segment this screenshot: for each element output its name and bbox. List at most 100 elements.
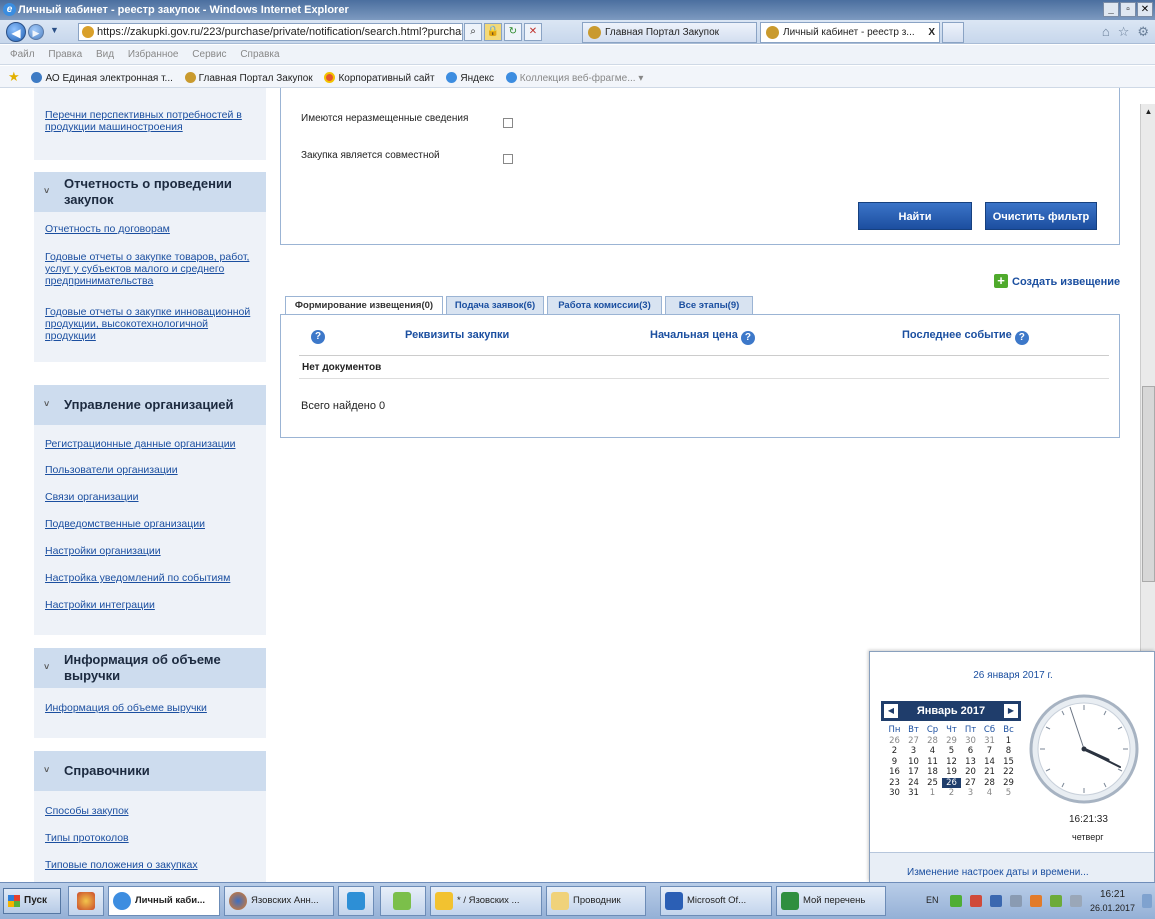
calendar-day[interactable]: 14 xyxy=(980,757,999,768)
back-button[interactable]: ◀ xyxy=(6,22,26,42)
history-dropdown-icon[interactable]: ▼ xyxy=(50,25,59,35)
sidebar-link-sme-annual-reports[interactable]: Годовые отчеты о закупке товаров, работ,… xyxy=(45,251,260,287)
calendar-day[interactable]: 17 xyxy=(904,767,923,778)
sidebar-link-innovation-annual-reports[interactable]: Годовые отчеты о закупке инновационной п… xyxy=(45,306,260,342)
favorite-link[interactable]: Корпоративный сайт xyxy=(324,68,435,90)
unplaced-info-checkbox[interactable] xyxy=(503,118,513,128)
refresh-icon[interactable]: ↻ xyxy=(504,23,522,41)
calendar-day[interactable]: 31 xyxy=(904,788,923,799)
calendar-day[interactable]: 4 xyxy=(980,788,999,799)
taskbar-item-word[interactable]: Microsoft Of... xyxy=(660,886,772,916)
calendar-day[interactable]: 5 xyxy=(942,746,961,757)
help-icon[interactable]: ? xyxy=(1014,331,1029,345)
calendar-day[interactable]: 26 xyxy=(885,736,904,747)
help-icon[interactable]: ? xyxy=(311,330,325,344)
new-tab-button[interactable] xyxy=(942,22,964,43)
sidebar-link-procurement-methods[interactable]: Способы закупок xyxy=(45,805,260,817)
calendar-day[interactable]: 18 xyxy=(923,767,942,778)
calendar-day[interactable]: 11 xyxy=(923,757,942,768)
stop-icon[interactable]: ✕ xyxy=(524,23,542,41)
calendar-day[interactable]: 12 xyxy=(942,757,961,768)
column-header-last-event[interactable]: Последнее событие ? xyxy=(902,329,1029,345)
menu-view[interactable]: Вид xyxy=(96,49,114,60)
calendar-day[interactable]: 21 xyxy=(980,767,999,778)
tray-clock-date[interactable]: 26.01.2017 xyxy=(1090,903,1135,913)
column-header-price[interactable]: Начальная цена ? xyxy=(650,329,755,345)
favorite-link[interactable]: Главная Портал Закупок xyxy=(184,68,313,90)
favorites-star-icon[interactable]: ☆ xyxy=(1118,24,1130,40)
sidebar-link-protocol-types[interactable]: Типы протоколов xyxy=(45,832,260,844)
calendar-day[interactable]: 9 xyxy=(885,757,904,768)
tab-close-icon[interactable]: X xyxy=(928,23,935,42)
favorite-link[interactable]: Яндекс xyxy=(446,68,494,90)
sidebar-link-registration-data[interactable]: Регистрационные данные организации xyxy=(45,438,260,450)
browser-tab-cabinet[interactable]: Личный кабинет - реестр з... X xyxy=(760,22,940,43)
tab-notice-formation[interactable]: Формирование извещения(0) xyxy=(285,296,443,315)
lock-icon[interactable]: 🔒 xyxy=(484,23,502,41)
tray-clock-time[interactable]: 16:21 xyxy=(1100,889,1125,900)
help-icon[interactable]: ? xyxy=(740,331,755,345)
calendar-day[interactable]: 22 xyxy=(999,767,1018,778)
tab-all-stages[interactable]: Все этапы(9) xyxy=(665,296,753,314)
sidebar-link-engineering-needs[interactable]: Перечни перспективных потребностей в про… xyxy=(45,109,260,133)
create-notice-link[interactable]: + Создать извещение xyxy=(994,274,1120,288)
sidebar-link-integration-settings[interactable]: Настройки интеграции xyxy=(45,599,260,611)
sidebar-link-org-relations[interactable]: Связи организации xyxy=(45,491,260,503)
calendar-day[interactable]: 29 xyxy=(999,778,1018,789)
taskbar-quicklaunch[interactable] xyxy=(68,886,104,916)
tray-network-icon[interactable] xyxy=(990,895,1002,907)
menu-edit[interactable]: Правка xyxy=(48,49,82,60)
calendar-day[interactable]: 31 xyxy=(980,736,999,747)
show-desktop-button[interactable] xyxy=(1142,894,1152,908)
tray-antivirus-icon[interactable] xyxy=(970,895,982,907)
tab-application-submission[interactable]: Подача заявок(6) xyxy=(446,296,544,314)
joint-purchase-checkbox[interactable] xyxy=(503,154,513,164)
date-time-settings-link[interactable]: Изменение настроек даты и времени... xyxy=(907,867,1089,878)
sidebar-link-contract-reports[interactable]: Отчетность по договорам xyxy=(45,223,260,235)
calendar-day[interactable]: 2 xyxy=(942,788,961,799)
calendar-day[interactable]: 8 xyxy=(999,746,1018,757)
sidebar-section-revenue[interactable]: ˅ Информация об объеме выручки xyxy=(34,648,266,688)
calendar-day[interactable]: 4 xyxy=(923,746,942,757)
calendar-day[interactable]: 27 xyxy=(904,736,923,747)
menu-file[interactable]: Файл xyxy=(10,49,35,60)
calendar-day[interactable]: 24 xyxy=(904,778,923,789)
sidebar-section-reporting[interactable]: ˅ Отчетность о проведении закупок xyxy=(34,172,266,212)
sidebar-link-subordinate-orgs[interactable]: Подведомственные организации xyxy=(45,518,260,530)
sidebar-link-org-settings[interactable]: Настройки организации xyxy=(45,545,260,557)
sidebar-link-org-users[interactable]: Пользователи организации xyxy=(45,464,260,476)
column-header-requisites[interactable]: Реквизиты закупки xyxy=(405,329,509,341)
find-button[interactable]: Найти xyxy=(858,202,972,230)
calendar-day[interactable]: 25 xyxy=(923,778,942,789)
calendar-day[interactable]: 6 xyxy=(961,746,980,757)
tray-update-icon[interactable] xyxy=(1030,895,1042,907)
calendar-day[interactable]: 16 xyxy=(885,767,904,778)
calendar-day[interactable]: 28 xyxy=(980,778,999,789)
minimize-icon[interactable]: _ xyxy=(1103,2,1119,17)
sidebar-section-org-management[interactable]: ˅ Управление организацией xyxy=(34,385,266,425)
calendar-day[interactable]: 2 xyxy=(885,746,904,757)
taskbar-item-firefox[interactable]: Язовских Анн... xyxy=(224,886,334,916)
start-button[interactable]: Пуск xyxy=(3,888,61,914)
sidebar-link-revenue-info[interactable]: Информация об объеме выручки xyxy=(45,702,260,714)
scroll-up-icon[interactable]: ▲ xyxy=(1142,106,1155,118)
calendar-day[interactable]: 19 xyxy=(942,767,961,778)
taskbar-item-excel[interactable]: Мой перечень xyxy=(776,886,886,916)
calendar-day[interactable]: 10 xyxy=(904,757,923,768)
speaker-icon[interactable] xyxy=(1010,895,1022,907)
scrollbar-thumb[interactable] xyxy=(1142,386,1155,582)
sidebar-link-notification-settings[interactable]: Настройка уведомлений по событиям xyxy=(45,572,260,584)
calendar-day[interactable]: 26 xyxy=(942,777,961,788)
browser-tab-main-portal[interactable]: Главная Портал Закупок xyxy=(582,22,757,43)
calendar-day[interactable]: 20 xyxy=(961,767,980,778)
taskbar-item-network[interactable] xyxy=(380,886,426,916)
tab-commission-work[interactable]: Работа комиссии(3) xyxy=(547,296,662,314)
calendar-day[interactable]: 3 xyxy=(904,746,923,757)
search-dropdown-icon[interactable]: ⌕ xyxy=(464,23,482,41)
address-bar[interactable]: https://zakupki.gov.ru/223/purchase/priv… xyxy=(78,23,463,41)
calendar-long-date[interactable]: 26 января 2017 г. xyxy=(870,670,1155,681)
home-icon[interactable]: ⌂ xyxy=(1102,24,1110,40)
tray-device-icon[interactable] xyxy=(1070,895,1082,907)
next-month-icon[interactable]: ▶ xyxy=(1004,704,1018,718)
calendar-day[interactable]: 23 xyxy=(885,778,904,789)
